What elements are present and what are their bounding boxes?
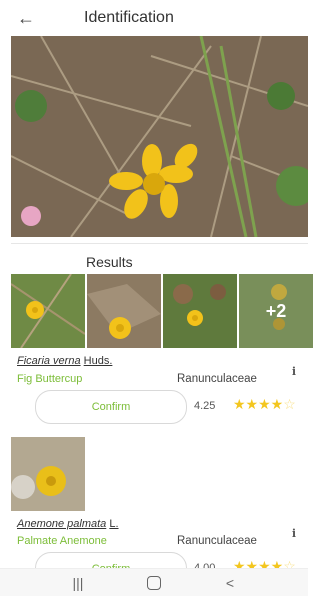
results-heading: Results — [86, 254, 133, 270]
info-icon[interactable]: i — [292, 365, 296, 378]
back-nav-button[interactable]: < — [215, 575, 245, 591]
home-button[interactable] — [139, 575, 169, 590]
family-name: Ranunculaceae — [177, 373, 257, 385]
home-icon — [147, 575, 161, 590]
thumbnail[interactable] — [87, 274, 161, 348]
scientific-name[interactable]: Anemone palmata L. — [17, 518, 119, 530]
common-name: Palmate Anemone — [17, 535, 107, 547]
arrow-left-icon: ← — [17, 7, 35, 28]
result-thumbnails: +2 — [11, 274, 313, 348]
recents-button[interactable]: ||| — [63, 575, 93, 591]
page-title: Identification — [84, 9, 174, 26]
info-icon[interactable]: i — [292, 527, 296, 540]
identified-photo[interactable] — [11, 36, 308, 237]
family-name: Ranunculaceae — [177, 535, 257, 547]
thumbnail[interactable] — [163, 274, 237, 348]
top-bar: ← Identification — [0, 0, 308, 36]
score-value: 4.25 — [194, 400, 216, 412]
more-count: +2 — [239, 274, 313, 348]
star-rating: ★★★★☆ — [233, 396, 296, 412]
thumbnail-more[interactable]: +2 — [239, 274, 313, 348]
system-nav-bar: ||| < — [0, 568, 308, 596]
thumbnail[interactable] — [11, 437, 85, 511]
scientific-name[interactable]: Ficaria verna Huds. — [17, 355, 112, 367]
back-button[interactable]: ← — [10, 3, 42, 33]
divider — [11, 243, 308, 244]
confirm-button[interactable]: Confirm — [35, 390, 187, 424]
thumbnail[interactable] — [11, 274, 85, 348]
common-name: Fig Buttercup — [17, 373, 83, 385]
